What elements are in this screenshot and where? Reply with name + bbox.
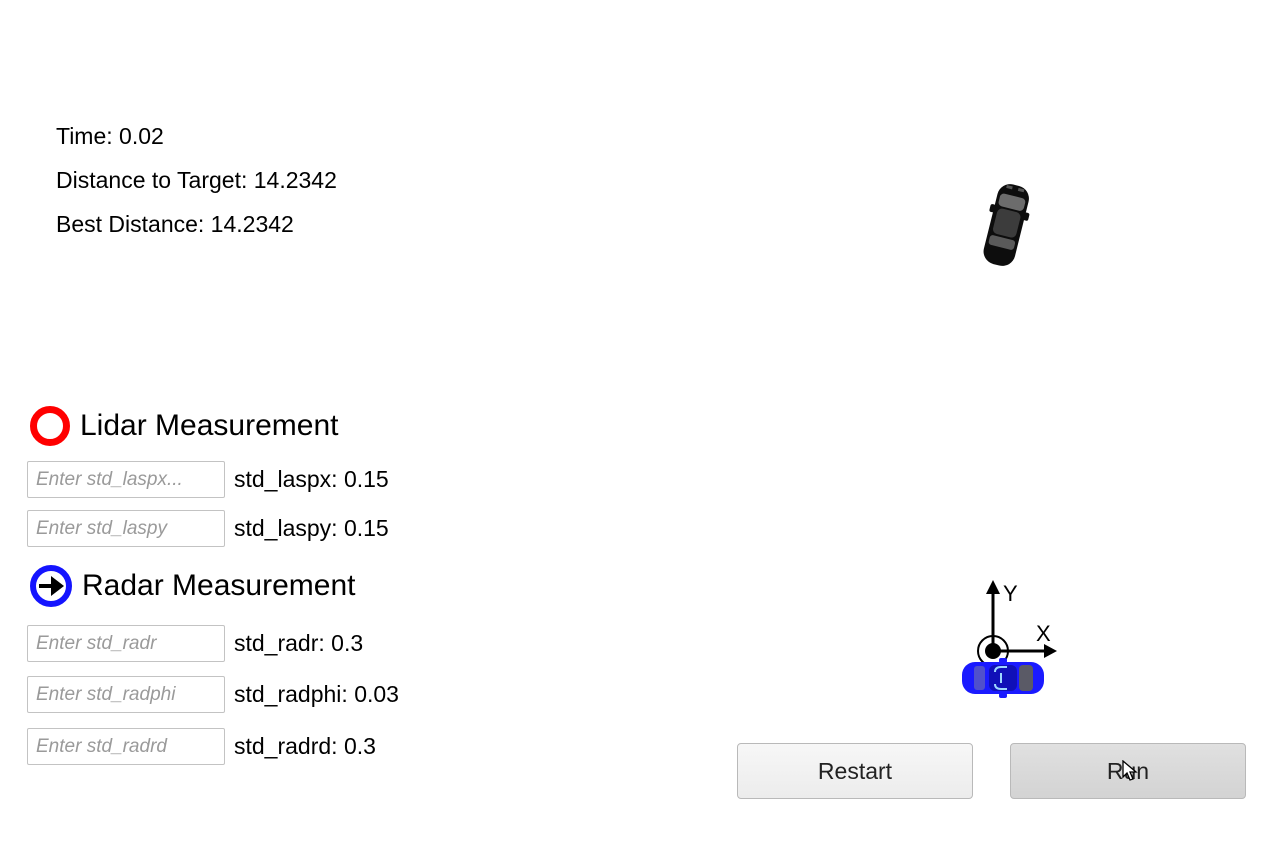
std-laspy-input[interactable] [27, 510, 225, 547]
std-radphi-row: std_radphi: 0.03 [27, 676, 399, 713]
radar-header: Radar Measurement [30, 565, 355, 607]
red-ring-icon [30, 406, 70, 446]
std-radr-value: std_radr: 0.3 [234, 630, 364, 656]
std-radr-row: std_radr: 0.3 [27, 625, 363, 662]
radar-title: Radar Measurement [82, 569, 356, 602]
std-radr-input[interactable] [27, 625, 225, 662]
std-laspx-input[interactable] [27, 461, 225, 498]
std-radrd-input[interactable] [27, 728, 225, 765]
best-distance-readout: Best Distance: 14.2342 [56, 211, 294, 237]
std-laspx-row: std_laspx: 0.15 [27, 461, 389, 498]
lidar-title: Lidar Measurement [80, 409, 339, 442]
std-laspy-row: std_laspy: 0.15 [27, 510, 389, 547]
std-laspy-value: std_laspy: 0.15 [234, 515, 389, 541]
mouse-pointer-icon [1122, 760, 1138, 781]
std-radphi-value: std_radphi: 0.03 [234, 681, 399, 707]
std-radrd-value: std_radrd: 0.3 [234, 733, 376, 759]
std-radrd-row: std_radrd: 0.3 [27, 728, 376, 765]
x-axis-label: X [1036, 621, 1051, 646]
time-readout: Time: 0.02 [56, 123, 164, 149]
restart-button[interactable]: Restart [737, 743, 973, 799]
std-laspx-value: std_laspx: 0.15 [234, 466, 389, 492]
blue-car-icon [962, 658, 1044, 698]
lidar-header: Lidar Measurement [30, 406, 338, 446]
distance-readout: Distance to Target: 14.2342 [56, 167, 337, 193]
blue-ring-arrow-icon [30, 565, 72, 607]
y-axis-label: Y [1003, 581, 1018, 606]
black-car-icon [983, 184, 1030, 266]
stats-panel: Time: 0.02 Distance to Target: 14.2342 B… [56, 118, 337, 250]
std-radphi-input[interactable] [27, 676, 225, 713]
simulator-window: Time: 0.02 Distance to Target: 14.2342 B… [0, 0, 1272, 864]
